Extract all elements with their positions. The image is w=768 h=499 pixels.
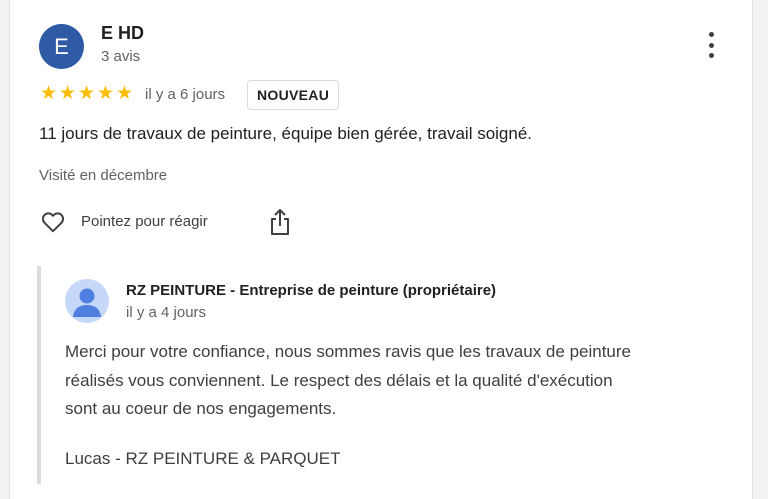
reviewer-avatar[interactable]: E: [39, 24, 84, 69]
reply-line: sont au coeur de nos engagements.: [65, 399, 337, 418]
star-icon: ★: [77, 83, 96, 104]
star-rating: ★ ★ ★ ★ ★: [39, 84, 134, 104]
owner-reply-text: Merci pour votre confiance, nous sommes …: [65, 338, 745, 424]
owner-reply-signature: Lucas - RZ PEINTURE & PARQUET: [65, 449, 341, 468]
new-badge: NOUVEAU: [247, 80, 340, 110]
review-text: 11 jours de travaux de peinture, équipe …: [39, 124, 533, 143]
person-icon: [73, 288, 101, 317]
right-panel-edge: [752, 0, 768, 499]
review-date: il y a 6 jours: [145, 86, 226, 103]
visit-date: Visité en décembre: [39, 167, 168, 184]
more-options-icon[interactable]: [700, 32, 722, 58]
share-icon[interactable]: [268, 207, 292, 237]
owner-avatar: [65, 279, 109, 323]
star-icon: ★: [39, 83, 58, 104]
reviewer-review-count: 3 avis: [101, 48, 141, 65]
star-icon: ★: [115, 83, 134, 104]
reviewer-name[interactable]: E HD: [101, 23, 144, 44]
owner-reply-date: il y a 4 jours: [126, 304, 207, 321]
react-button[interactable]: Pointez pour réagir: [81, 213, 208, 230]
left-panel-edge: [0, 0, 10, 499]
reply-divider: [37, 266, 41, 484]
owner-name: RZ PEINTURE - Entreprise de peinture (pr…: [126, 282, 497, 299]
star-icon: ★: [96, 83, 115, 104]
reply-line: Merci pour votre confiance, nous sommes …: [65, 342, 631, 361]
reply-line: réalisés vous conviennent. Le respect de…: [65, 370, 613, 390]
heart-icon[interactable]: [39, 209, 67, 235]
star-icon: ★: [58, 83, 77, 104]
